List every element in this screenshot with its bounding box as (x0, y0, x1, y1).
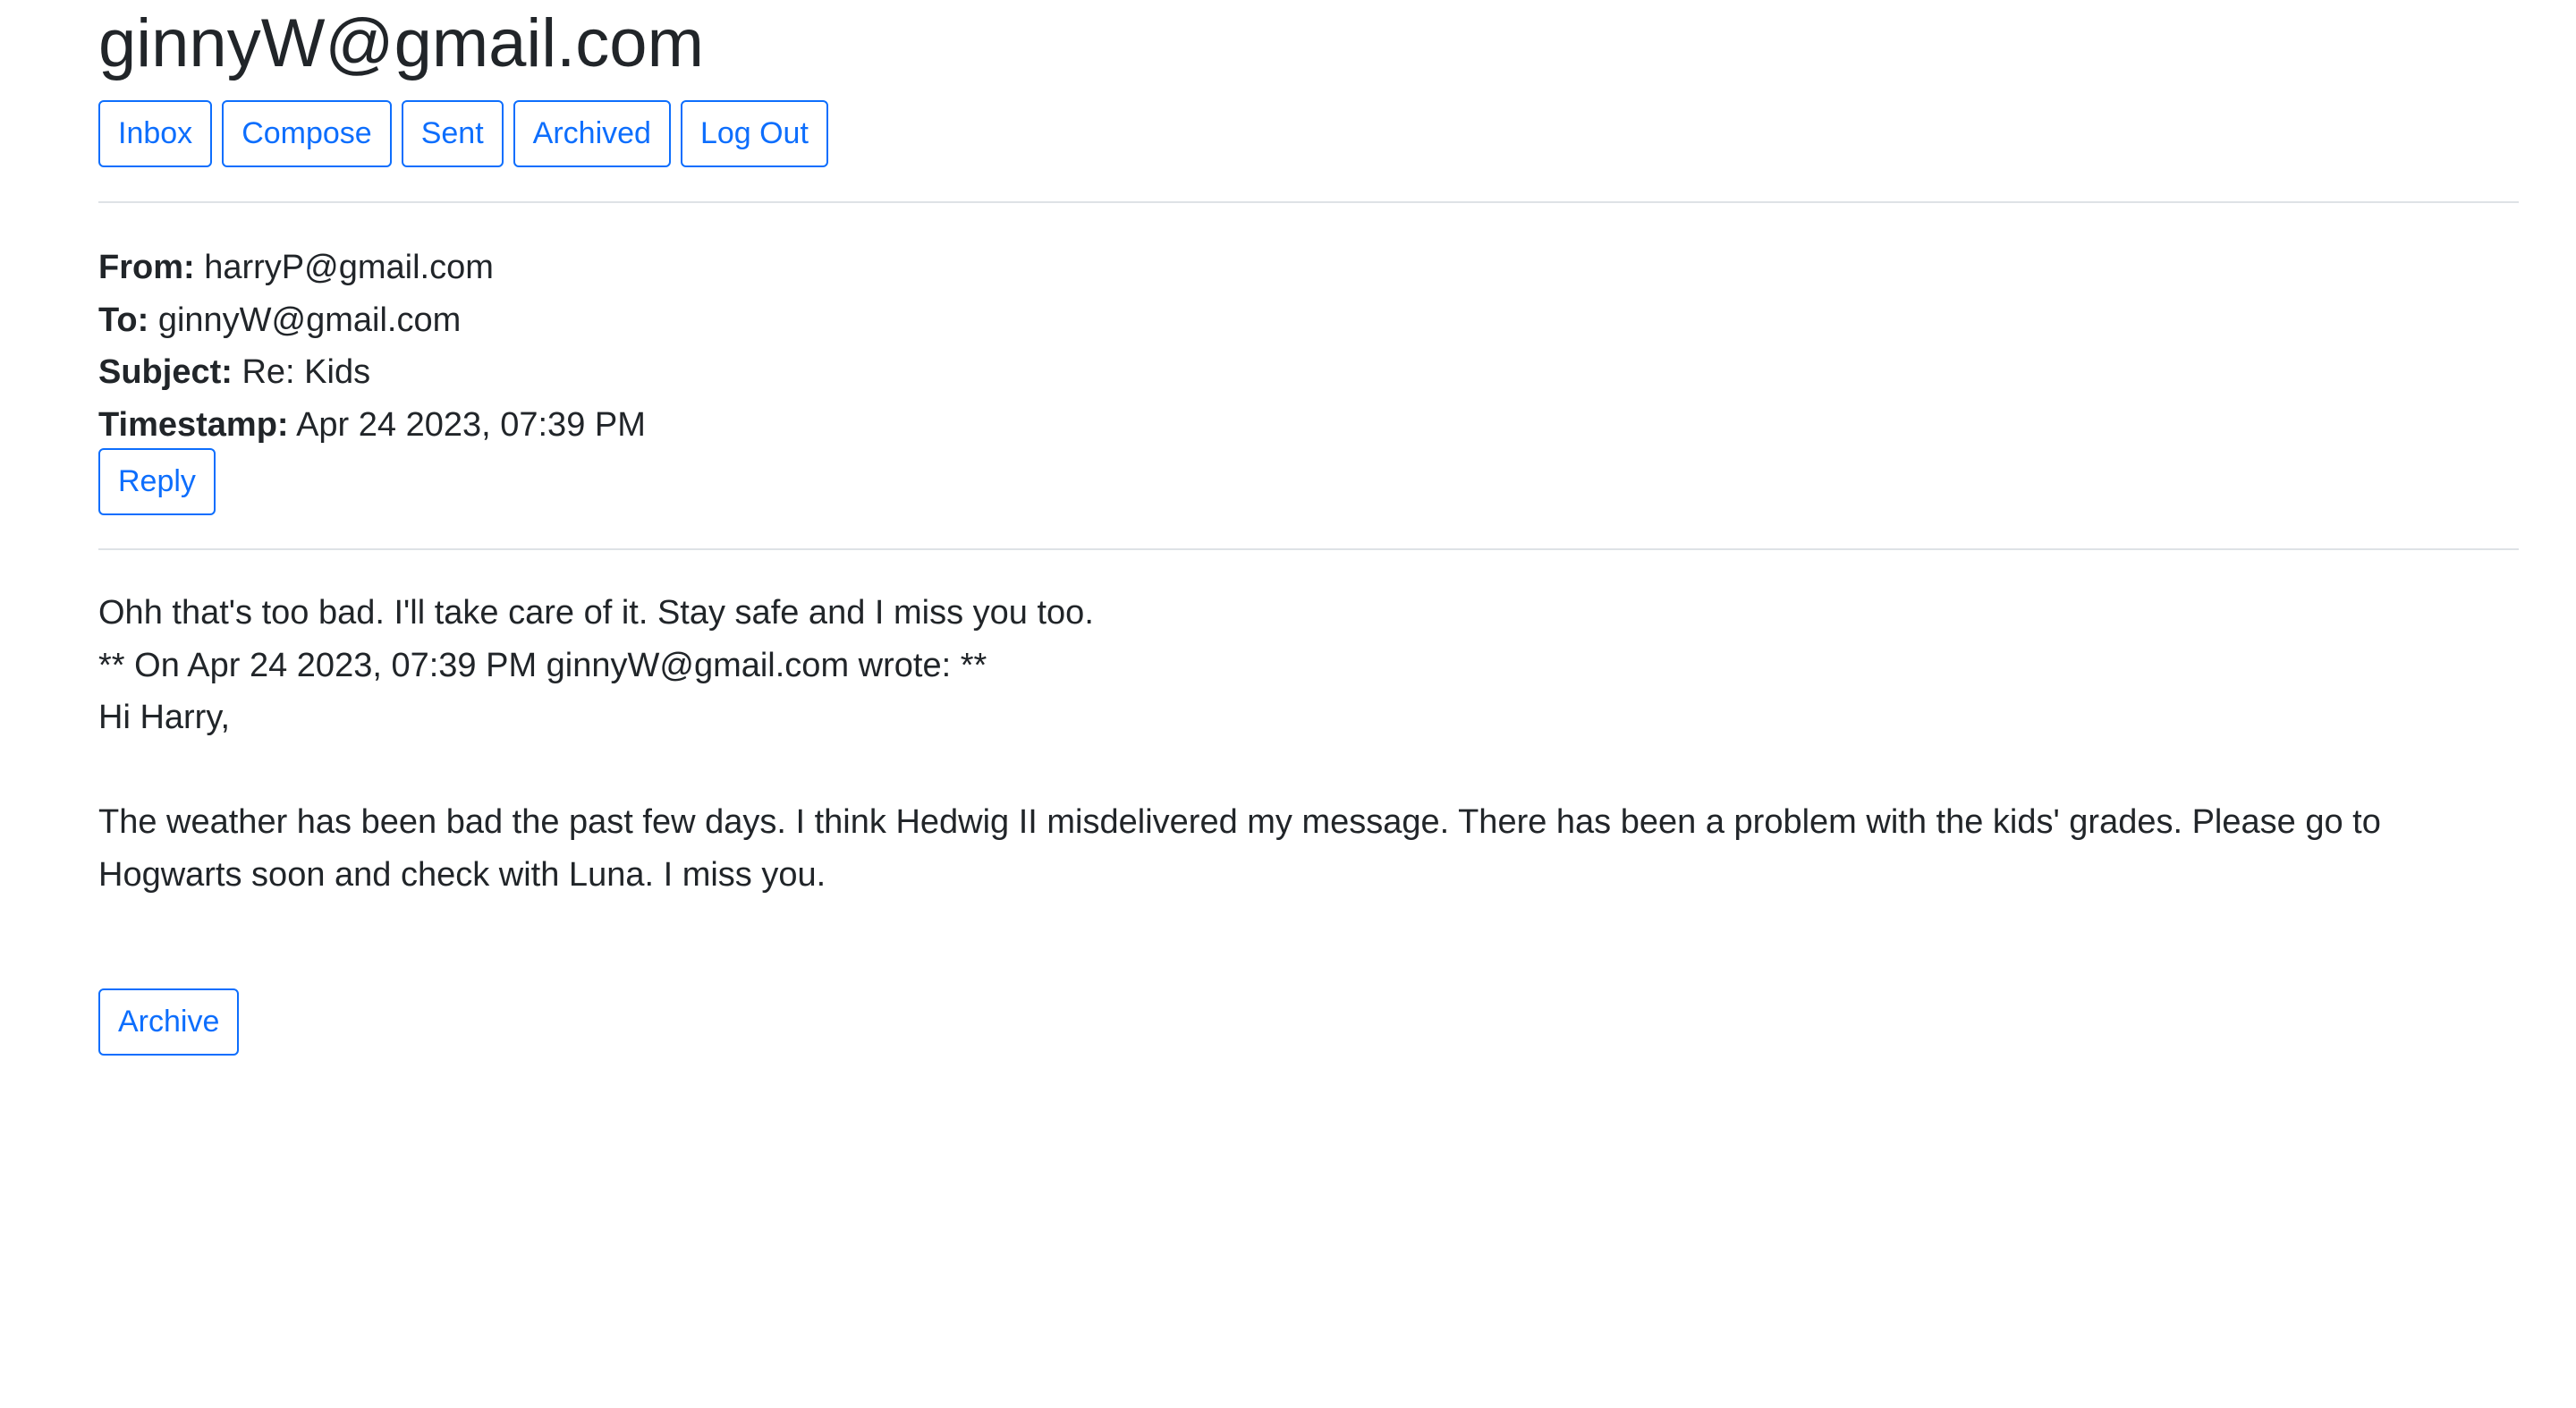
body-line: ** On Apr 24 2023, 07:39 PM ginnyW@gmail… (98, 646, 987, 684)
main-nav: Inbox Compose Sent Archived Log Out (98, 100, 828, 167)
reply-button[interactable]: Reply (98, 448, 216, 515)
account-title: ginnyW@gmail.com (98, 5, 704, 81)
header-divider (98, 201, 2519, 203)
logout-button[interactable]: Log Out (680, 100, 828, 167)
compose-button[interactable]: Compose (222, 100, 392, 167)
subject-value: Re: Kids (242, 353, 371, 391)
timestamp-row: Timestamp: Apr 24 2023, 07:39 PM (98, 399, 646, 452)
archive-button[interactable]: Archive (98, 988, 240, 1056)
from-value: harryP@gmail.com (204, 249, 494, 286)
from-label: From: (98, 249, 195, 286)
subject-label: Subject: (98, 353, 233, 391)
subject-row: Subject: Re: Kids (98, 346, 646, 399)
sent-button[interactable]: Sent (401, 100, 504, 167)
body-line: Ohh that's too bad. I'll take care of it… (98, 594, 1094, 632)
from-row: From: harryP@gmail.com (98, 242, 646, 294)
to-value: ginnyW@gmail.com (157, 301, 462, 339)
email-meta: From: harryP@gmail.com To: ginnyW@gmail.… (98, 242, 646, 451)
body-blank-line (98, 744, 2519, 797)
timestamp-label: Timestamp: (98, 405, 289, 444)
reply-wrap: Reply (98, 448, 216, 515)
to-label: To: (98, 301, 149, 339)
archived-button[interactable]: Archived (513, 100, 671, 167)
body-divider (98, 548, 2519, 550)
body-line: Hi Harry, (98, 699, 231, 736)
to-row: To: ginnyW@gmail.com (98, 294, 646, 347)
email-body: Ohh that's too bad. I'll take care of it… (98, 587, 2519, 901)
inbox-button[interactable]: Inbox (98, 100, 213, 167)
archive-wrap: Archive (98, 988, 240, 1056)
timestamp-value: Apr 24 2023, 07:39 PM (296, 405, 646, 444)
body-line: The weather has been bad the past few da… (98, 803, 2391, 894)
